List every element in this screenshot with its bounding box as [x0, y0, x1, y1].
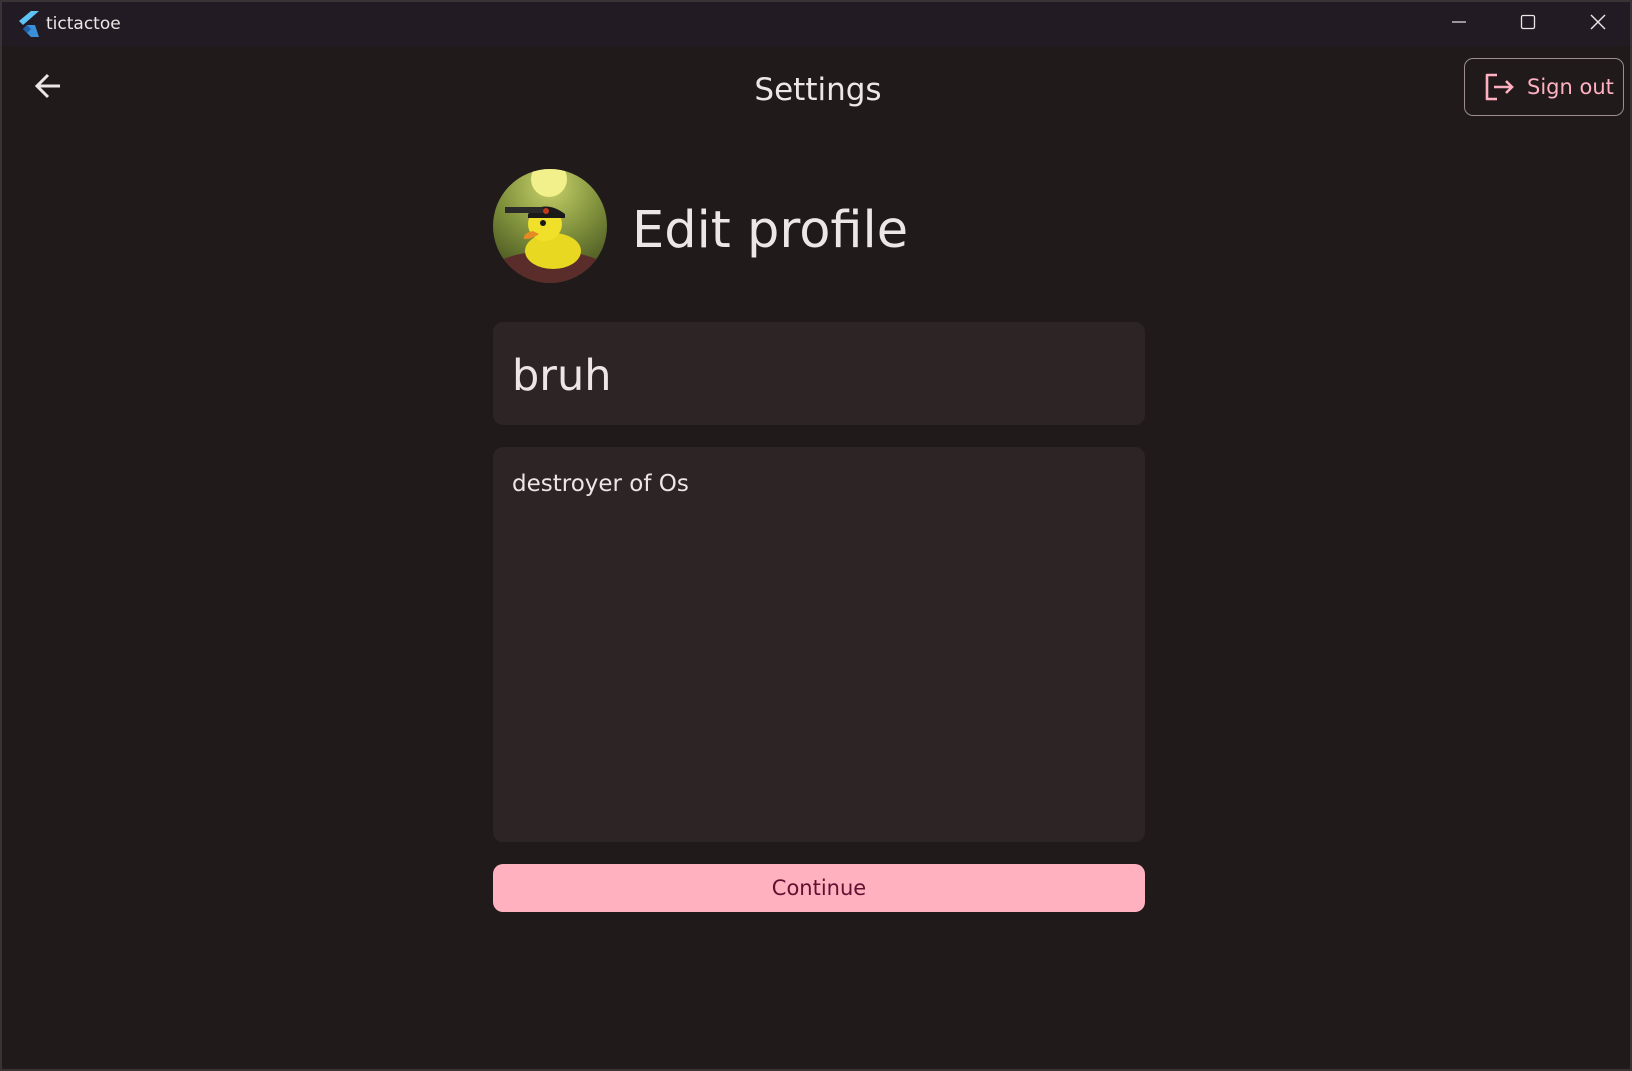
sign-out-button[interactable]: Sign out — [1464, 58, 1624, 116]
avatar[interactable] — [493, 169, 607, 283]
maximize-button[interactable] — [1495, 2, 1561, 46]
minimize-button[interactable] — [1426, 2, 1492, 46]
app-window: tictactoe Settings Sign out Edit profile… — [0, 0, 1632, 1071]
sign-out-label: Sign out — [1527, 75, 1614, 99]
page-title: Settings — [754, 72, 882, 108]
name-field[interactable]: bruh — [493, 322, 1145, 425]
flutter-logo-icon — [18, 11, 40, 37]
window-title: tictactoe — [46, 14, 121, 34]
minimize-icon — [1451, 14, 1467, 34]
logout-icon — [1483, 72, 1515, 102]
continue-label: Continue — [771, 876, 867, 900]
edit-profile-heading: Edit profile — [632, 201, 909, 260]
maximize-icon — [1520, 14, 1536, 34]
bio-value: destroyer of Os — [512, 471, 689, 497]
rubber-duck-avatar — [493, 169, 607, 283]
close-button[interactable] — [1565, 2, 1631, 46]
title-bar: tictactoe — [2, 0, 1630, 46]
close-icon — [1589, 13, 1607, 35]
name-value: bruh — [512, 351, 612, 401]
bio-field[interactable]: destroyer of Os — [493, 447, 1145, 842]
continue-button[interactable]: Continue — [493, 864, 1145, 912]
